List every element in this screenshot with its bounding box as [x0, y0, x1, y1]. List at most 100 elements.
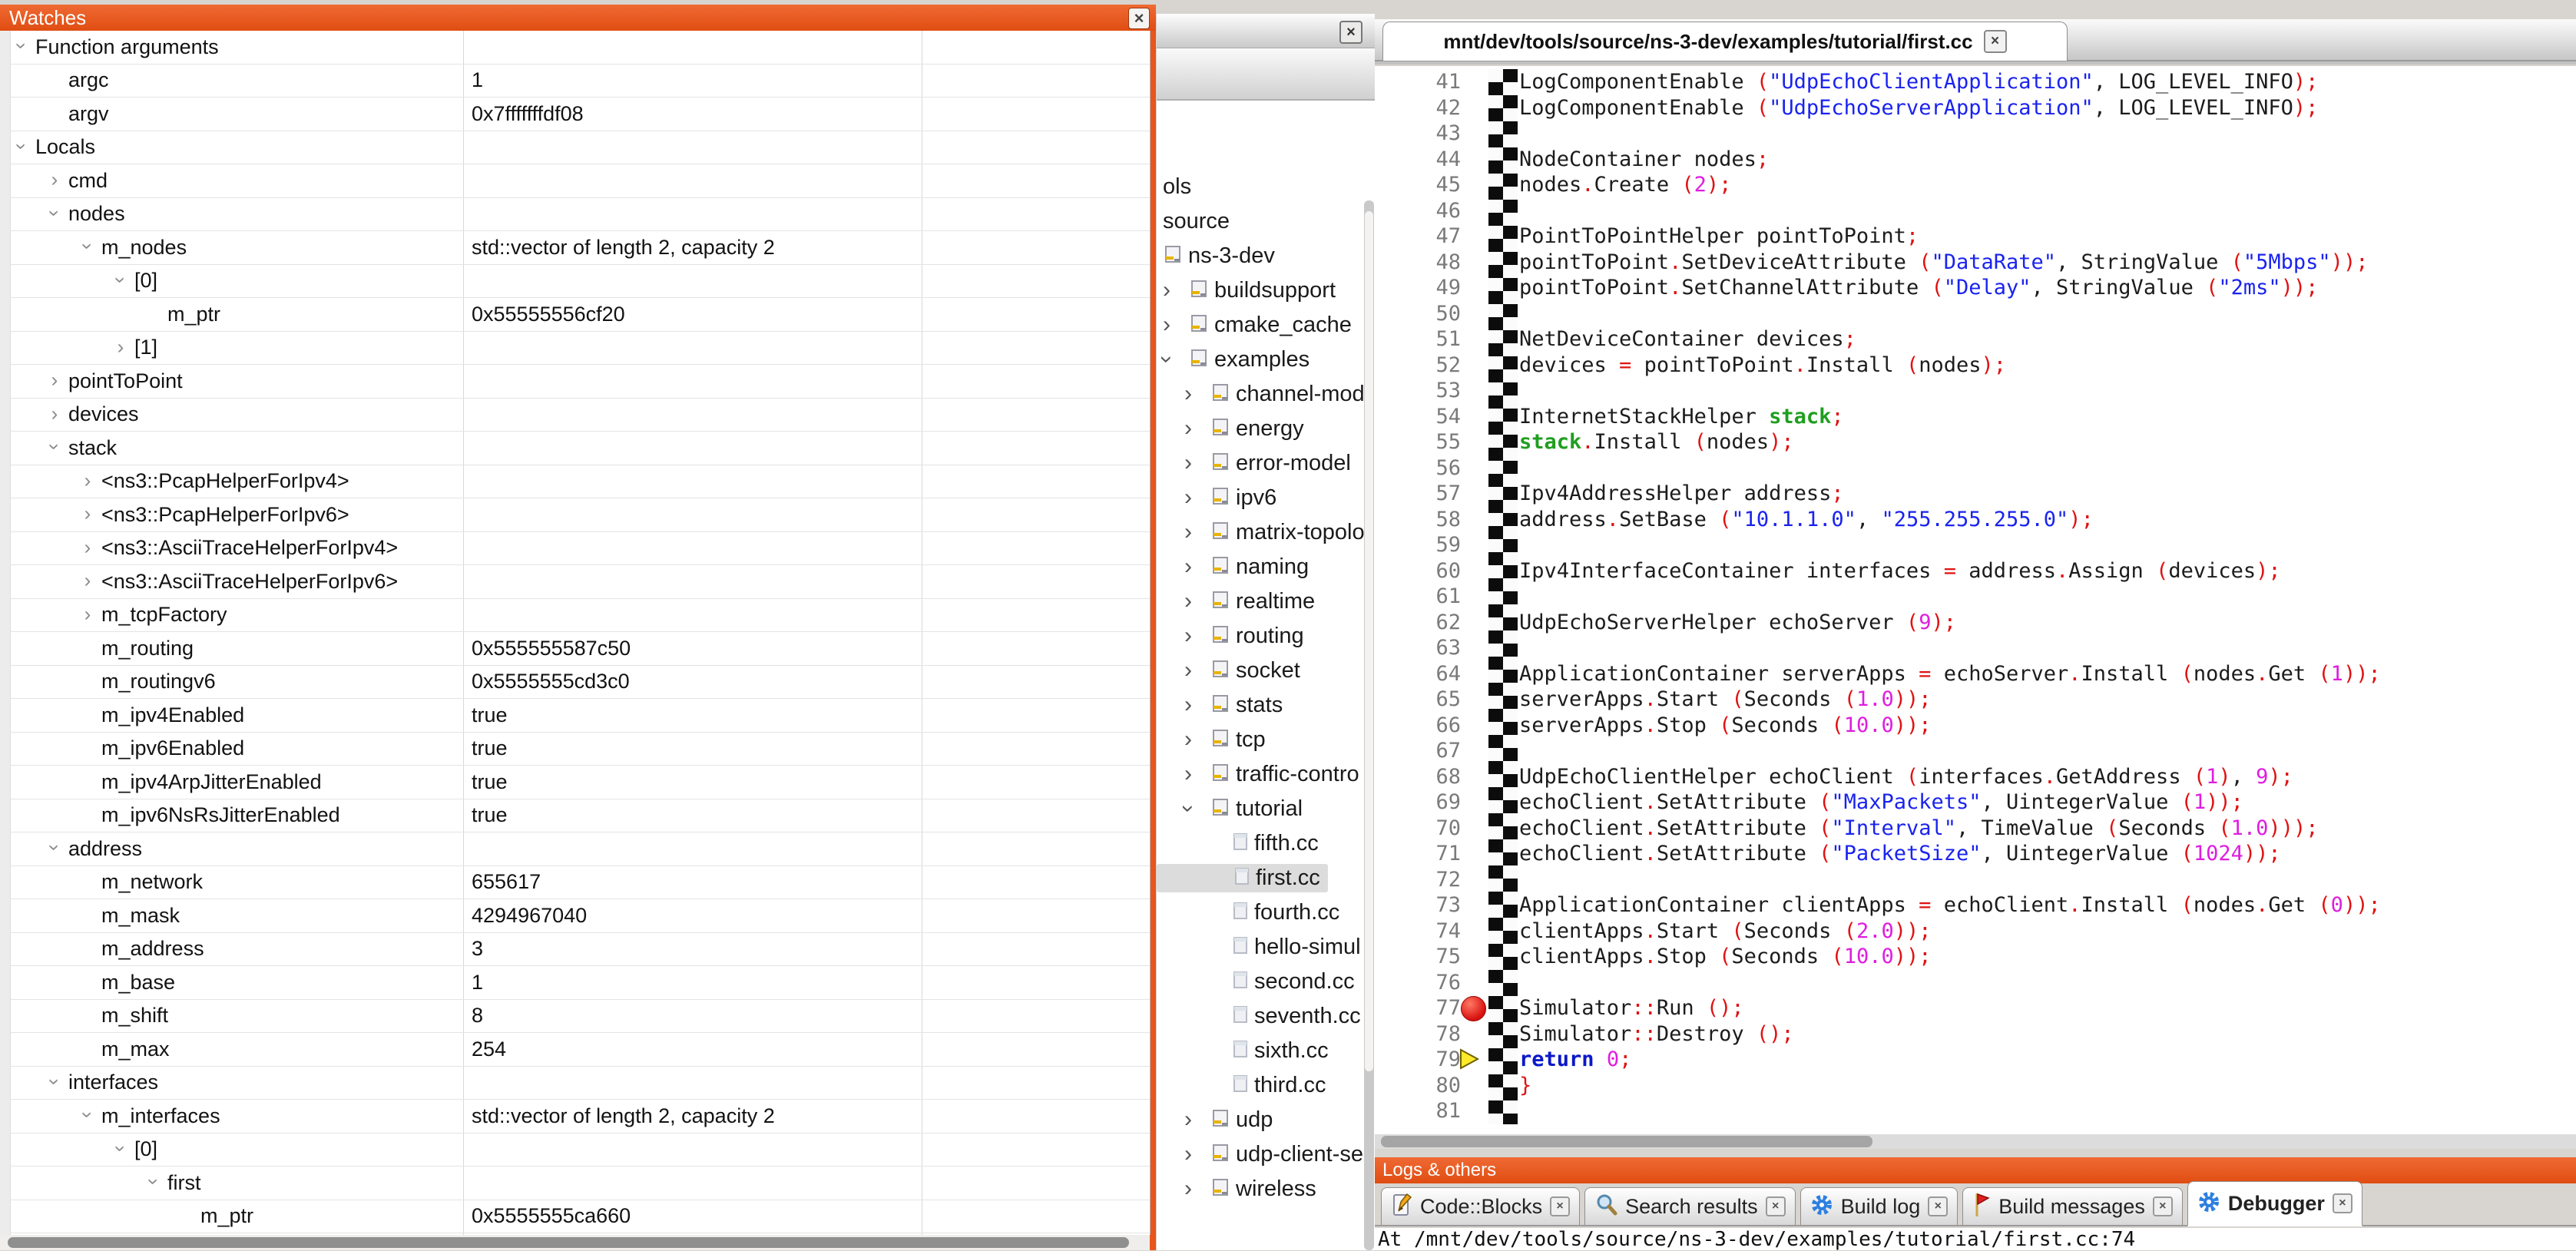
- tree-item[interactable]: ›traffic-contro: [1157, 759, 1359, 789]
- code-area[interactable]: 41LogComponentEnable ("UdpEchoClientAppl…: [1375, 66, 2576, 1134]
- code-line[interactable]: 58address.SetBase ("10.1.1.0", "255.255.…: [1375, 507, 2576, 533]
- watch-row[interactable]: m_ipv6Enabledtrue: [11, 733, 1150, 766]
- tree-item[interactable]: ›tcp: [1157, 724, 1266, 755]
- code-line[interactable]: 76: [1375, 970, 2576, 996]
- tree-item[interactable]: ›wireless: [1157, 1173, 1316, 1204]
- code-line[interactable]: 53: [1375, 378, 2576, 404]
- watch-row[interactable]: ›m_tcpFactory: [11, 599, 1150, 633]
- tree-item[interactable]: ›tutorial: [1157, 793, 1303, 824]
- tree-item[interactable]: third.cc: [1157, 1070, 1326, 1100]
- code-line[interactable]: 59: [1375, 532, 2576, 558]
- chevron-right-icon[interactable]: ›: [1178, 588, 1198, 614]
- chevron-right-icon[interactable]: ›: [1178, 519, 1198, 545]
- code-line[interactable]: 80}: [1375, 1073, 2576, 1099]
- chevron-down-icon[interactable]: ›: [43, 1073, 67, 1091]
- chevron-down-icon[interactable]: ›: [43, 839, 67, 857]
- watch-row[interactable]: ›m_interfacesstd::vector of length 2, ca…: [11, 1100, 1150, 1134]
- code-line[interactable]: 46: [1375, 198, 2576, 224]
- watch-row[interactable]: ›[0]: [11, 1134, 1150, 1167]
- tree-item[interactable]: ›energy: [1157, 413, 1304, 444]
- code-line[interactable]: 42LogComponentEnable ("UdpEchoServerAppl…: [1375, 95, 2576, 121]
- watch-row[interactable]: ›<ns3::PcapHelperForIpv4>: [11, 465, 1150, 499]
- code-line[interactable]: 48pointToPoint.SetDeviceAttribute ("Data…: [1375, 250, 2576, 276]
- chevron-down-icon[interactable]: ›: [109, 1140, 133, 1158]
- watch-row[interactable]: ›pointToPoint: [11, 365, 1150, 399]
- watch-row[interactable]: m_ipv6NsRsJitterEnabledtrue: [11, 799, 1150, 833]
- tree-item[interactable]: ›stats: [1157, 690, 1283, 720]
- close-icon[interactable]: ×: [1339, 21, 1362, 44]
- watch-row[interactable]: argv0x7fffffffdf08: [11, 98, 1150, 131]
- tree-item[interactable]: ›socket: [1157, 655, 1300, 686]
- tree-item[interactable]: fifth.cc: [1157, 828, 1319, 859]
- chevron-right-icon[interactable]: ›: [111, 335, 130, 359]
- watch-row[interactable]: m_ptr0x5555555ca660: [11, 1200, 1150, 1234]
- tree-item[interactable]: seventh.cc: [1157, 1001, 1361, 1031]
- tree-item[interactable]: ›examples: [1157, 344, 1310, 375]
- chevron-right-icon[interactable]: ›: [45, 402, 64, 425]
- code-line[interactable]: 68UdpEchoClientHelper echoClient (interf…: [1375, 764, 2576, 790]
- watch-row[interactable]: m_network655617: [11, 866, 1150, 900]
- chevron-down-icon[interactable]: ›: [1175, 799, 1201, 819]
- tree-item[interactable]: ›routing: [1157, 621, 1304, 651]
- code-line[interactable]: 73ApplicationContainer clientApps = echo…: [1375, 892, 2576, 918]
- tree-item[interactable]: ols: [1157, 171, 1191, 202]
- code-line[interactable]: 71echoClient.SetAttribute ("PacketSize",…: [1375, 841, 2576, 867]
- chevron-right-icon[interactable]: ›: [1157, 312, 1177, 338]
- tree-item[interactable]: ›naming: [1157, 551, 1309, 582]
- chevron-down-icon[interactable]: ›: [76, 1106, 100, 1124]
- code-line[interactable]: 79return 0;: [1375, 1047, 2576, 1073]
- chevron-right-icon[interactable]: ›: [1178, 1141, 1198, 1167]
- tree-item[interactable]: ›error-model: [1157, 448, 1351, 478]
- watch-row[interactable]: m_base1: [11, 966, 1150, 1000]
- tree-item[interactable]: source: [1157, 206, 1230, 237]
- chevron-right-icon[interactable]: ›: [78, 535, 97, 559]
- code-line[interactable]: 56: [1375, 455, 2576, 482]
- close-icon[interactable]: ×: [1766, 1196, 1786, 1216]
- watch-row[interactable]: ›Function arguments: [11, 31, 1150, 65]
- code-line[interactable]: 51NetDeviceContainer devices;: [1375, 326, 2576, 352]
- tree-item[interactable]: ns-3-dev: [1157, 240, 1275, 271]
- code-line[interactable]: 66serverApps.Stop (Seconds (10.0));: [1375, 713, 2576, 739]
- tree-vscrollbar-thumb[interactable]: [1365, 211, 1373, 1071]
- tree-item[interactable]: ›buildsupport: [1157, 275, 1336, 306]
- watch-row[interactable]: m_max254: [11, 1033, 1150, 1067]
- chevron-right-icon[interactable]: ›: [78, 602, 97, 626]
- watches-titlebar[interactable]: Watches ×: [0, 5, 1156, 31]
- watch-row[interactable]: ›Locals: [11, 131, 1150, 165]
- log-tab-code-blocks[interactable]: Code::Blocks×: [1381, 1187, 1580, 1225]
- code-line[interactable]: 57Ipv4AddressHelper address;: [1375, 481, 2576, 507]
- chevron-right-icon[interactable]: ›: [45, 369, 64, 392]
- tree-item[interactable]: ›cmake_cache: [1157, 309, 1352, 340]
- chevron-right-icon[interactable]: ›: [1157, 277, 1177, 303]
- tree-item[interactable]: sixth.cc: [1157, 1035, 1329, 1066]
- chevron-right-icon[interactable]: ›: [1178, 657, 1198, 683]
- code-line[interactable]: 61: [1375, 584, 2576, 610]
- chevron-right-icon[interactable]: ›: [1178, 1107, 1198, 1133]
- tree-vscrollbar[interactable]: [1364, 200, 1374, 1250]
- chevron-down-icon[interactable]: ›: [1157, 349, 1180, 369]
- tree-item[interactable]: fourth.cc: [1157, 897, 1339, 928]
- tree-item[interactable]: ›udp-client-ser: [1157, 1139, 1371, 1170]
- close-icon[interactable]: ×: [1928, 1196, 1948, 1216]
- code-line[interactable]: 75clientApps.Stop (Seconds (10.0));: [1375, 944, 2576, 970]
- chevron-down-icon[interactable]: ›: [10, 37, 34, 55]
- watch-row[interactable]: m_ipv4Enabledtrue: [11, 699, 1150, 733]
- tree-item[interactable]: ›realtime: [1157, 586, 1315, 617]
- code-line[interactable]: 72: [1375, 867, 2576, 893]
- chevron-down-icon[interactable]: ›: [76, 237, 100, 256]
- watch-row[interactable]: ›m_nodesstd::vector of length 2, capacit…: [11, 231, 1150, 265]
- log-tab-build-log[interactable]: Build log×: [1800, 1187, 1958, 1225]
- watch-row[interactable]: m_ipv4ArpJitterEnabledtrue: [11, 766, 1150, 799]
- watch-row[interactable]: ›<ns3::AsciiTraceHelperForIpv6>: [11, 565, 1150, 599]
- tree-item[interactable]: ›channel-mod: [1157, 379, 1365, 409]
- watch-row[interactable]: ›devices: [11, 399, 1150, 432]
- code-line[interactable]: 63: [1375, 635, 2576, 661]
- watch-row[interactable]: m_address3: [11, 933, 1150, 967]
- editor-hscrollbar[interactable]: [1375, 1134, 2576, 1149]
- watches-hscrollbar-thumb[interactable]: [8, 1237, 1129, 1248]
- watch-row[interactable]: ›first: [11, 1167, 1150, 1200]
- tree-item[interactable]: ›ipv6: [1157, 482, 1276, 513]
- watches-hscrollbar[interactable]: [0, 1235, 1150, 1250]
- log-tab-debugger[interactable]: Debugger×: [2187, 1181, 2362, 1226]
- chevron-right-icon[interactable]: ›: [1178, 1176, 1198, 1202]
